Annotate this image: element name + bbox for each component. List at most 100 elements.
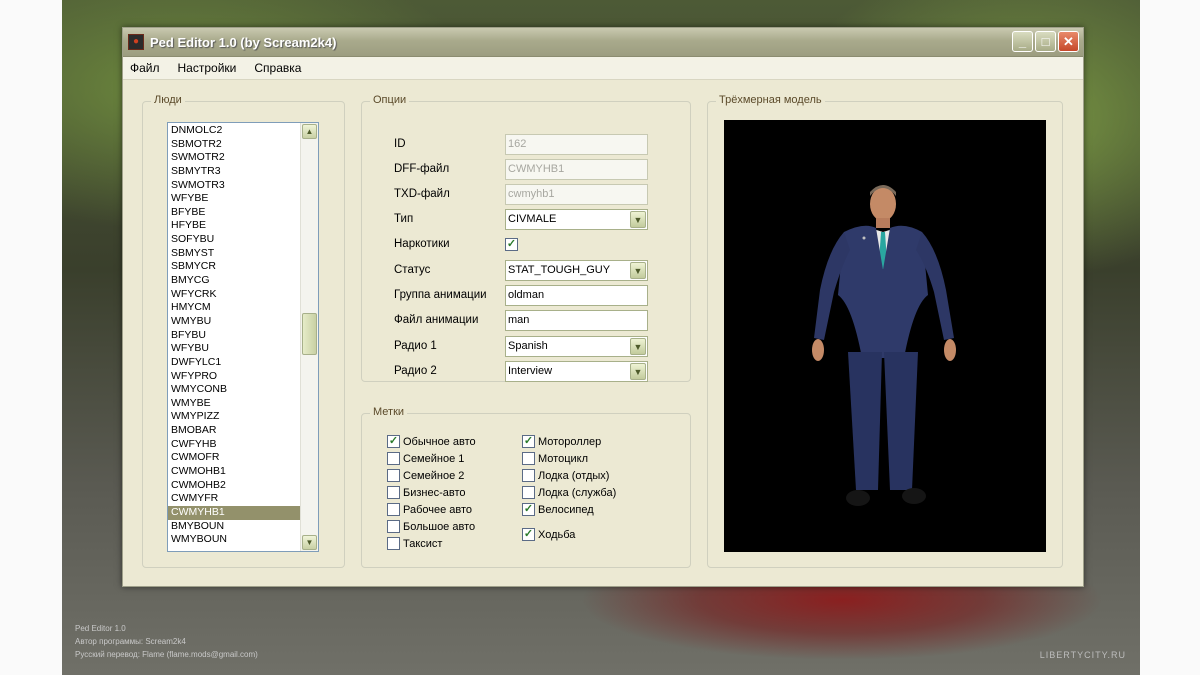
tag-checkbox[interactable] <box>522 452 535 465</box>
list-item[interactable]: BMYBOUN <box>168 520 300 534</box>
id-label: ID <box>394 138 406 150</box>
list-item[interactable]: WMYBOUN <box>168 533 300 547</box>
type-dropdown-button[interactable]: ▼ <box>630 211 646 228</box>
list-item[interactable]: SBMOTR2 <box>168 138 300 152</box>
people-list-items: DNMOLC2 SBMOTR2 SWMOTR2 SBMYTR3 SWMOTR3 WFYBE… <box>168 124 300 547</box>
tag-checkbox[interactable] <box>387 520 400 533</box>
tag-checkbox[interactable] <box>387 469 400 482</box>
site-watermark: LIBERTYCITY.RU <box>1039 650 1126 660</box>
list-item[interactable]: SWMOTR2 <box>168 151 300 165</box>
list-item[interactable]: CWMOHB2 <box>168 479 300 493</box>
narcotics-label: Наркотики <box>394 238 450 250</box>
list-item[interactable]: HFYBE <box>168 219 300 233</box>
list-item[interactable]: CWMOHB1 <box>168 465 300 479</box>
window-title: Ped Editor 1.0 (by Scream2k4) <box>150 34 337 50</box>
status-select[interactable]: STAT_TOUGH_GUY ▼ <box>505 260 648 281</box>
list-item[interactable]: BMOBAR <box>168 424 300 438</box>
letterbox-left <box>0 0 62 675</box>
checkmark-icon: ✓ <box>523 503 534 515</box>
tag-label: Бизнес-авто <box>403 487 466 499</box>
scroll-up-button[interactable]: ▲ <box>302 124 317 139</box>
list-item[interactable]: WMYBU <box>168 315 300 329</box>
list-item[interactable]: SOFYBU <box>168 233 300 247</box>
menu-settings[interactable]: Настройки <box>169 61 246 75</box>
tag-checkbox[interactable]: ✓ <box>387 435 400 448</box>
tag-checkbox[interactable] <box>387 503 400 516</box>
list-item[interactable]: SBMYCR <box>168 260 300 274</box>
chevron-down-icon: ▼ <box>633 214 643 225</box>
model-viewport[interactable] <box>724 120 1046 552</box>
scroll-down-button[interactable]: ▼ <box>302 535 317 550</box>
tag-checkbox[interactable]: ✓ <box>522 528 535 541</box>
tag-checkbox[interactable] <box>522 469 535 482</box>
list-item[interactable]: WFYBE <box>168 192 300 206</box>
radio1-select-value: Spanish <box>508 340 548 352</box>
list-item[interactable]: WFYPRO <box>168 370 300 384</box>
dff-label: DFF-файл <box>394 163 450 175</box>
narcotics-row: Наркотики ✓ <box>362 234 690 256</box>
type-row: Тип CIVMALE ▼ <box>362 209 690 231</box>
tag-checkbox[interactable] <box>387 486 400 499</box>
anim-file-row: Файл анимации man <box>362 310 690 332</box>
list-item[interactable]: CWMYHB1 <box>168 505 300 520</box>
tag-label: Велосипед <box>538 504 594 516</box>
list-item[interactable]: CWMOFR <box>168 451 300 465</box>
anim-file-input[interactable]: man <box>505 310 648 331</box>
list-item[interactable]: WMYCONB <box>168 383 300 397</box>
list-item[interactable]: SBMYTR3 <box>168 165 300 179</box>
tag-checkbox[interactable] <box>522 486 535 499</box>
maximize-button[interactable]: □ <box>1035 31 1056 52</box>
list-item[interactable]: WFYBU <box>168 342 300 356</box>
people-group: Люди DNMOLC2 SBMOTR2 SWMOTR2 SBMYTR3 SWMOTR3… <box>142 94 345 568</box>
list-item[interactable]: DNMOLC2 <box>168 124 300 138</box>
tag-checkbox[interactable]: ✓ <box>522 503 535 516</box>
list-item[interactable]: DWFYLC1 <box>168 356 300 370</box>
status-row: Статус STAT_TOUGH_GUY ▼ <box>362 260 690 282</box>
list-item[interactable]: CWFYHB <box>168 438 300 452</box>
list-item[interactable]: WMYPIZZ <box>168 410 300 424</box>
credits-text: Ped Editor 1.0 Автор программы: Scream2k… <box>75 622 258 661</box>
radio1-dropdown-button[interactable]: ▼ <box>630 338 646 355</box>
list-item[interactable]: WMYBE <box>168 397 300 411</box>
radio2-select-value: Interview <box>508 365 553 377</box>
minimize-button[interactable]: _ <box>1012 31 1033 52</box>
menu-file[interactable]: Файл <box>123 61 169 75</box>
status-label: Статус <box>394 264 431 276</box>
list-item[interactable]: SBMYST <box>168 247 300 261</box>
list-item[interactable]: SWMOTR3 <box>168 179 300 193</box>
list-item[interactable]: BFYBU <box>168 329 300 343</box>
title-bar[interactable]: ● Ped Editor 1.0 (by Scream2k4) _ □ ✕ <box>123 28 1083 57</box>
list-item[interactable]: BFYBE <box>168 206 300 220</box>
radio2-dropdown-button[interactable]: ▼ <box>630 363 646 380</box>
tag-label: Рабочее авто <box>403 504 473 516</box>
narcotics-checkbox[interactable]: ✓ <box>505 238 518 251</box>
close-button[interactable]: ✕ <box>1058 31 1079 52</box>
id-field: 162 <box>505 134 648 155</box>
anim-group-row: Группа анимации oldman <box>362 285 690 307</box>
list-item[interactable]: BMYCG <box>168 274 300 288</box>
radio1-select[interactable]: Spanish ▼ <box>505 336 648 357</box>
tag-checkbox[interactable] <box>387 452 400 465</box>
tag-checkbox[interactable] <box>387 537 400 550</box>
tag-label: Обычное авто <box>403 436 476 448</box>
people-group-title: Люди <box>151 94 185 106</box>
type-select[interactable]: CIVMALE ▼ <box>505 209 648 230</box>
radio2-select[interactable]: Interview ▼ <box>505 361 648 382</box>
ped-model-figure <box>812 185 956 506</box>
anim-group-input[interactable]: oldman <box>505 285 648 306</box>
list-item[interactable]: WFYCRK <box>168 288 300 302</box>
people-scrollbar[interactable]: ▲ ▼ <box>300 123 318 551</box>
menu-help[interactable]: Справка <box>245 61 310 75</box>
list-item[interactable]: HMYCM <box>168 301 300 315</box>
options-group-title: Опции <box>370 94 410 106</box>
status-dropdown-button[interactable]: ▼ <box>630 262 646 279</box>
scroll-thumb[interactable] <box>302 313 317 355</box>
tag-label: Таксист <box>403 538 443 550</box>
tag-checkbox[interactable]: ✓ <box>522 435 535 448</box>
checkmark-icon: ✓ <box>388 435 399 447</box>
list-item[interactable]: CWMYFR <box>168 492 300 506</box>
txd-label: TXD-файл <box>394 188 450 200</box>
txd-row: TXD-файл cwmyhb1 <box>362 184 690 206</box>
credits-line: Автор программы: Scream2k4 <box>75 637 186 646</box>
people-listbox[interactable]: DNMOLC2 SBMOTR2 SWMOTR2 SBMYTR3 SWMOTR3 WFYBE… <box>167 122 319 552</box>
